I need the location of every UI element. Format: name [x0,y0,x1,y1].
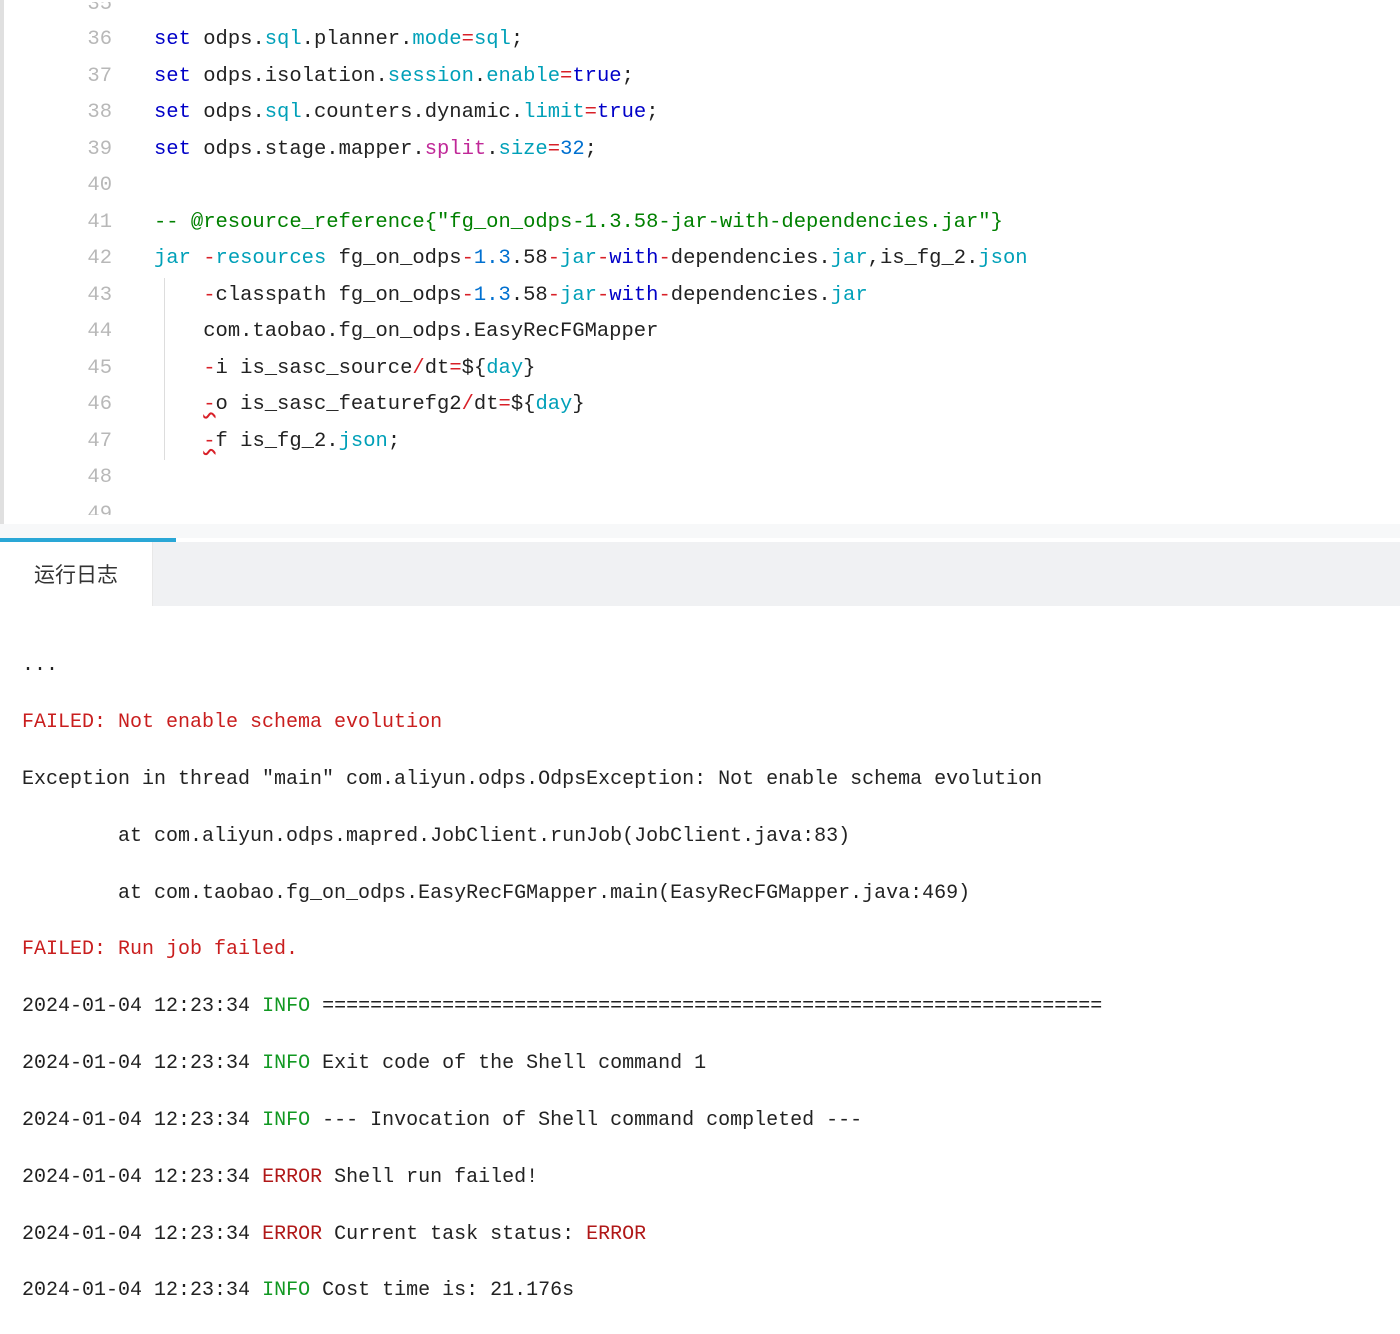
code-line[interactable]: jar -resources fg_on_odps-1.3.58-jar-wit… [134,241,1400,278]
code-line[interactable] [134,460,1400,497]
panel-divider[interactable] [0,524,1400,538]
code-line[interactable]: -o is_sasc_featurefg2/dt=${day} [134,387,1400,424]
code-line[interactable]: com.taobao.fg_on_odps.EasyRecFGMapper [134,314,1400,351]
line-number: 45 [4,351,112,388]
log-line-error: FAILED: Run job failed. [22,936,1378,964]
code-line[interactable] [134,497,1400,515]
code-line[interactable]: -- @resource_reference{"fg_on_odps-1.3.5… [134,205,1400,242]
code-line[interactable]: set odps.stage.mapper.split.size=32; [134,132,1400,169]
line-gutter: 35 36 37 38 39 40 41 42 43 44 45 46 47 4… [4,0,134,524]
line-number: 40 [4,168,112,205]
line-number: 47 [4,424,112,461]
log-line: 2024-01-04 12:23:34 ERROR Current task s… [22,1221,1378,1249]
log-line: ... [22,652,1378,680]
code-editor[interactable]: 35 36 37 38 39 40 41 42 43 44 45 46 47 4… [0,0,1400,524]
code-line[interactable] [134,168,1400,205]
log-line: 2024-01-04 12:23:34 INFO Cost time is: 2… [22,1277,1378,1305]
line-number: 43 [4,278,112,315]
code-line[interactable] [134,2,1400,22]
code-line[interactable]: -f is_fg_2.json; [134,424,1400,461]
code-line[interactable]: set odps.isolation.session.enable=true; [134,59,1400,96]
log-line: 2024-01-04 12:23:34 ERROR Shell run fail… [22,1164,1378,1192]
log-output[interactable]: ... FAILED: Not enable schema evolution … [0,606,1400,1334]
log-line: at com.taobao.fg_on_odps.EasyRecFGMapper… [22,880,1378,908]
line-number: 35 [4,2,112,22]
code-content[interactable]: set odps.sql.planner.mode=sql; set odps.… [134,0,1400,524]
tab-run-log[interactable]: 运行日志 [0,542,153,606]
log-line: at com.aliyun.odps.mapred.JobClient.runJ… [22,823,1378,851]
line-number: 42 [4,241,112,278]
line-number: 44 [4,314,112,351]
line-number: 48 [4,460,112,497]
code-line[interactable]: -i is_sasc_source/dt=${day} [134,351,1400,388]
log-line: 2024-01-04 12:23:34 INFO Exit code of th… [22,1050,1378,1078]
line-number: 36 [4,22,112,59]
line-number: 37 [4,59,112,96]
log-line-error: FAILED: Not enable schema evolution [22,709,1378,737]
line-number: 49 [4,497,112,515]
log-line: 2024-01-04 12:23:34 INFO ===============… [22,993,1378,1021]
line-number: 38 [4,95,112,132]
log-tab-bar: 运行日志 [0,542,1400,606]
code-line[interactable]: set odps.sql.counters.dynamic.limit=true… [134,95,1400,132]
line-number: 39 [4,132,112,169]
tab-label: 运行日志 [34,559,118,589]
log-line: Exception in thread "main" com.aliyun.od… [22,766,1378,794]
log-line: 2024-01-04 12:23:34 INFO --- Invocation … [22,1107,1378,1135]
code-line[interactable]: set odps.sql.planner.mode=sql; [134,22,1400,59]
line-number: 41 [4,205,112,242]
code-line[interactable]: -classpath fg_on_odps-1.3.58-jar-with-de… [134,278,1400,315]
line-number: 46 [4,387,112,424]
